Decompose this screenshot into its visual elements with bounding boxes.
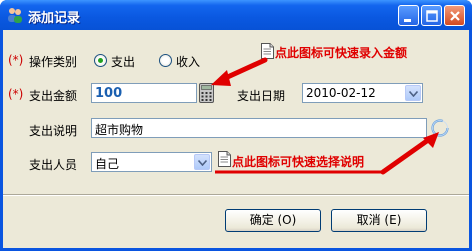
maximize-button[interactable]: [421, 5, 442, 26]
title-bar[interactable]: 添加记录: [0, 0, 472, 30]
arrow-to-refresh: [380, 135, 434, 175]
arrow-head: [211, 70, 231, 86]
cancel-button[interactable]: 取消 (E): [331, 209, 427, 232]
minimize-icon: [404, 19, 411, 22]
ok-button[interactable]: 确定 (O): [225, 209, 321, 232]
minimize-button[interactable]: [398, 5, 419, 26]
users-icon: [8, 8, 22, 23]
divider: [3, 194, 469, 196]
close-button[interactable]: [444, 5, 465, 26]
maximize-icon: [426, 10, 438, 22]
arrow-head: [423, 132, 439, 148]
close-icon: [450, 11, 460, 21]
dialog-body: (*) 操作类别 支出 收入 (*) 支出金额 100 支出日期 2010-02…: [3, 30, 469, 248]
window-title: 添加记录: [28, 11, 81, 26]
dialog-window: 添加记录 (*) 操作类别 支出 收入 (*) 支出金额 100 支出日期 20…: [0, 0, 472, 251]
